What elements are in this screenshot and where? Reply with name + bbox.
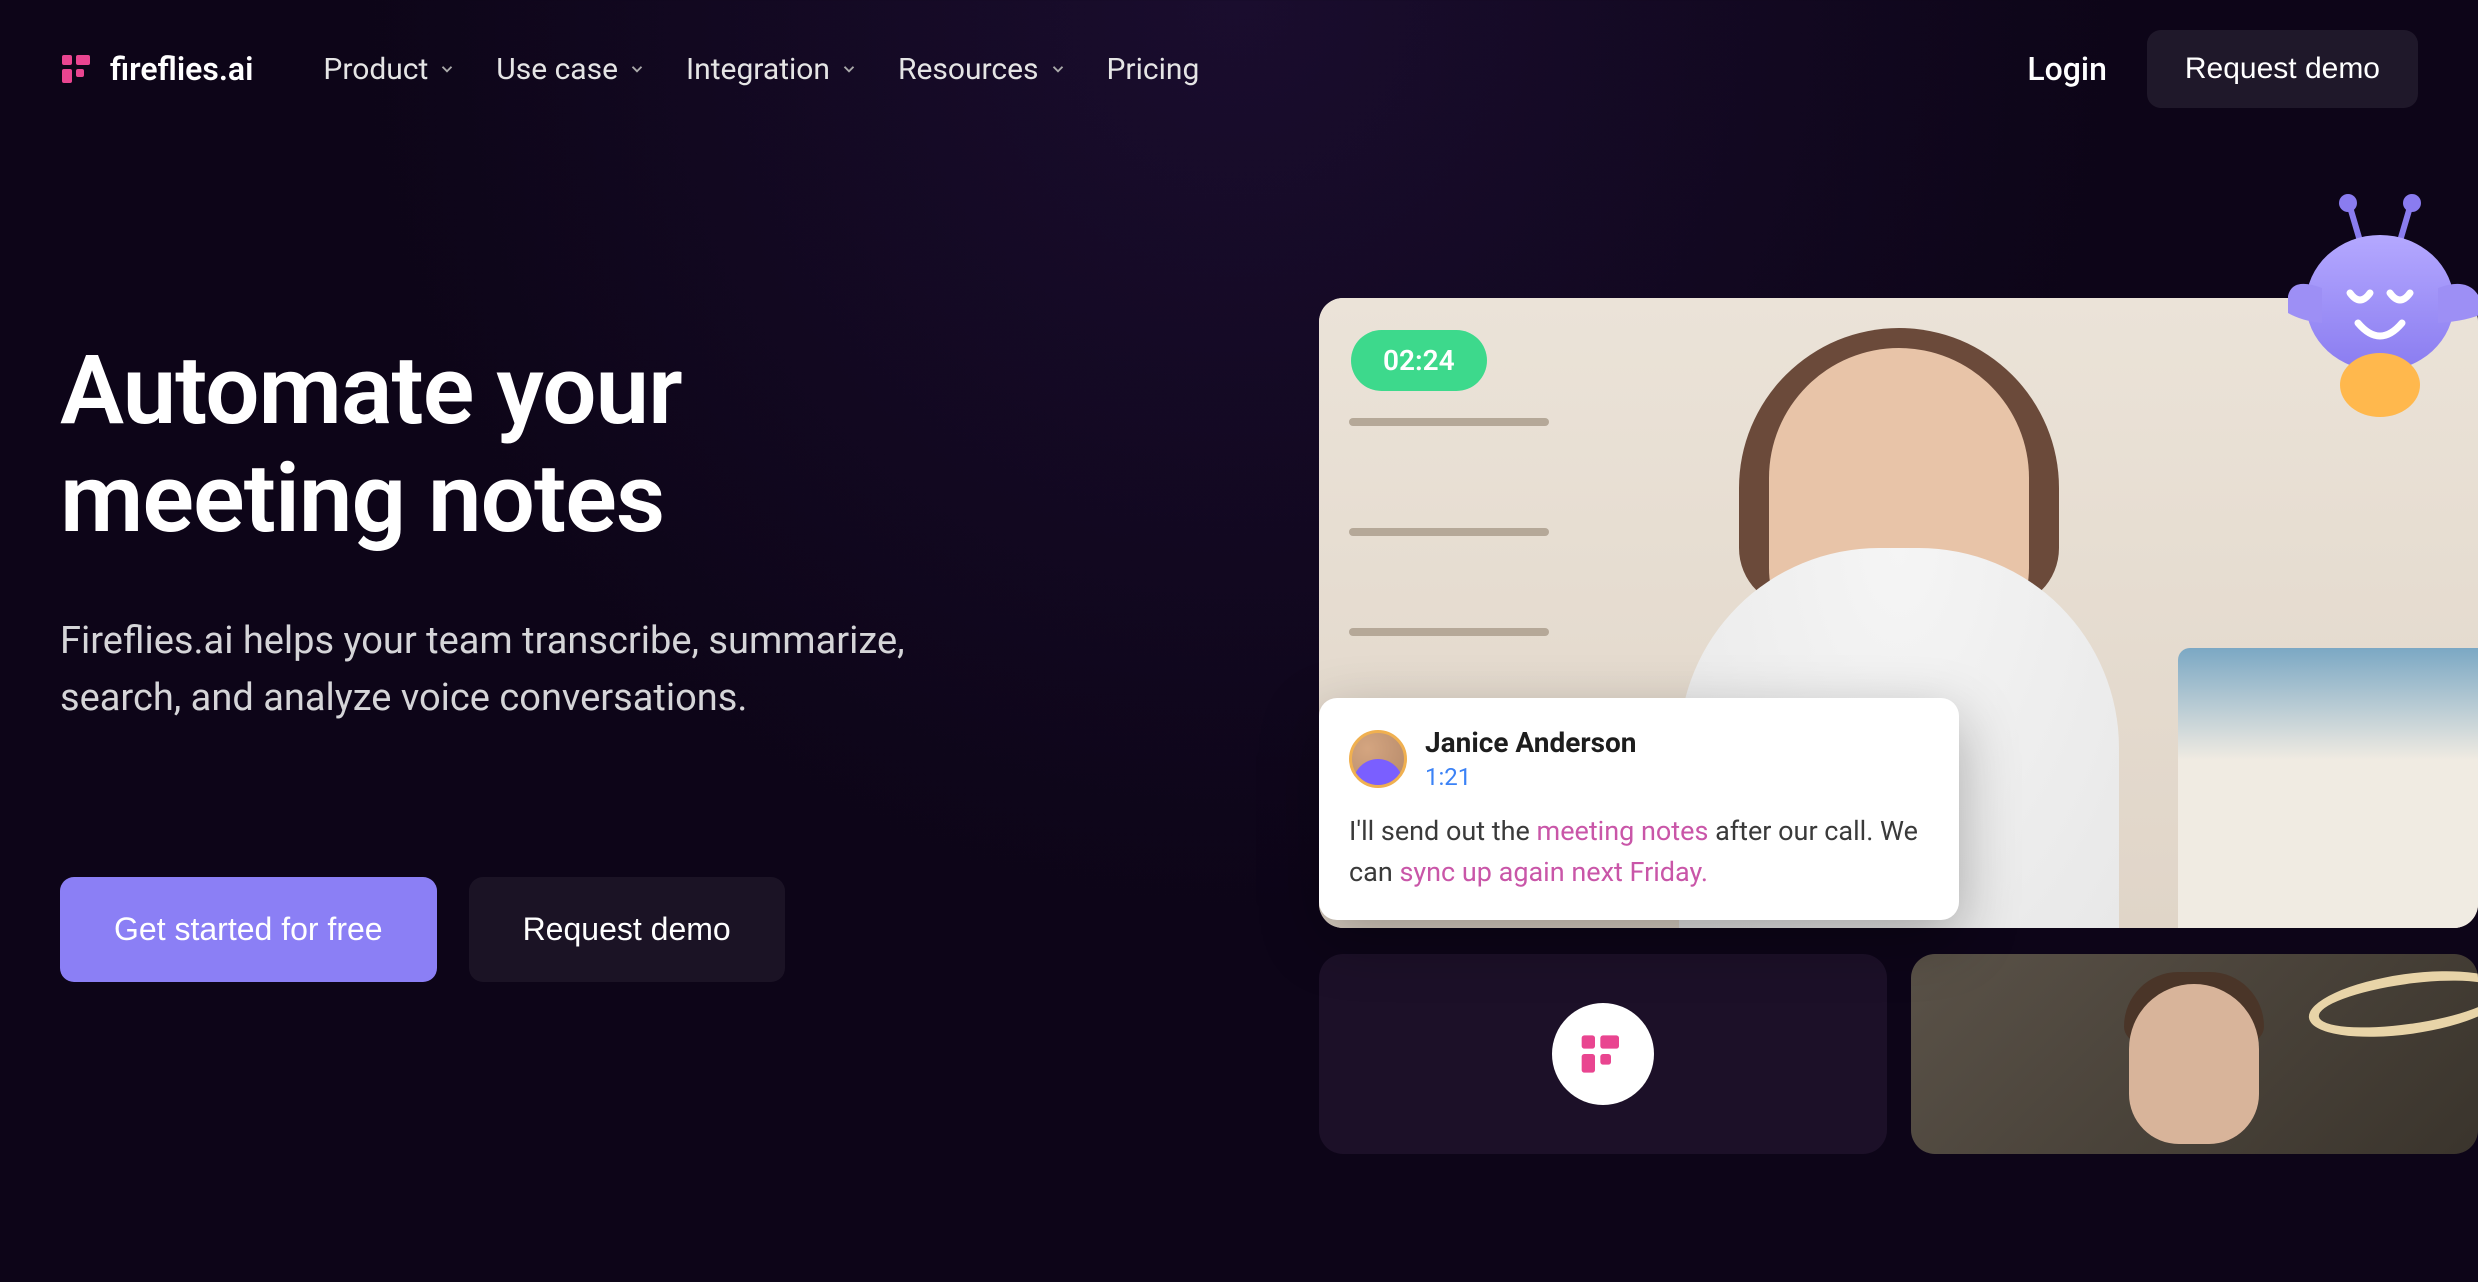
participant-face: [2129, 984, 2259, 1144]
nav-label: Resources: [898, 52, 1039, 87]
shelf-decor: [1349, 628, 1549, 636]
request-demo-button[interactable]: Request demo: [2147, 30, 2418, 108]
timer-badge: 02:24: [1351, 330, 1487, 391]
request-demo-hero-button[interactable]: Request demo: [469, 877, 785, 982]
nav-item-resources[interactable]: Resources: [898, 52, 1067, 87]
get-started-button[interactable]: Get started for free: [60, 877, 437, 982]
nav-items: Product Use case Integration Resources P…: [323, 52, 1199, 87]
bot-mascot-icon: [2288, 193, 2478, 423]
nav-item-use-case[interactable]: Use case: [496, 52, 646, 87]
transcript-highlight: sync up again next Friday.: [1399, 856, 1708, 888]
nav-right: Login Request demo: [2027, 30, 2418, 108]
nav-item-pricing[interactable]: Pricing: [1107, 52, 1200, 87]
chevron-down-icon: [438, 60, 456, 78]
hero-title: Automate your meeting notes: [60, 338, 1239, 553]
hero-left: Automate your meeting notes Fireflies.ai…: [60, 298, 1239, 982]
hero-title-line2: meeting notes: [60, 443, 664, 555]
nav-item-product[interactable]: Product: [323, 52, 456, 87]
speaker-avatar: [1349, 730, 1407, 788]
lower-panels: [1319, 954, 2478, 1154]
ring-light-decor: [2305, 960, 2478, 1047]
transcript-timestamp: 1:21: [1425, 763, 1636, 791]
brand-name: fireflies.ai: [110, 50, 253, 88]
bed-decor: [2178, 648, 2478, 928]
nav-label: Pricing: [1107, 52, 1200, 87]
nav-label: Use case: [496, 52, 618, 87]
fireflies-round-logo-icon: [1552, 1003, 1654, 1105]
transcript-highlight: meeting notes: [1537, 815, 1709, 847]
shelf-decor: [1349, 418, 1549, 426]
logo[interactable]: fireflies.ai: [60, 50, 253, 88]
transcript-seg: I'll send out the: [1349, 815, 1537, 847]
video-call-panel: 02:24 Janice Anderson 1:21 I'll send out…: [1319, 298, 2478, 928]
hero-section: Automate your meeting notes Fireflies.ai…: [0, 298, 2478, 982]
chevron-down-icon: [628, 60, 646, 78]
brand-panel: [1319, 954, 1887, 1154]
top-nav: fireflies.ai Product Use case Integratio…: [0, 0, 2478, 138]
hero-buttons: Get started for free Request demo: [60, 877, 1239, 982]
hero-subtitle: Fireflies.ai helps your team transcribe,…: [60, 613, 960, 727]
fireflies-logo-icon: [60, 51, 96, 87]
shelf-decor: [1349, 528, 1549, 536]
participant-panel: [1911, 954, 2478, 1154]
nav-label: Integration: [686, 52, 830, 87]
login-link[interactable]: Login: [2027, 50, 2107, 88]
transcript-header: Janice Anderson 1:21: [1349, 726, 1929, 791]
transcript-card: Janice Anderson 1:21 I'll send out the m…: [1319, 698, 1959, 920]
hero-right: 02:24 Janice Anderson 1:21 I'll send out…: [1239, 298, 2418, 982]
chevron-down-icon: [1049, 60, 1067, 78]
transcript-text: I'll send out the meeting notes after ou…: [1349, 811, 1929, 892]
hero-title-line1: Automate your: [60, 335, 682, 447]
nav-item-integration[interactable]: Integration: [686, 52, 858, 87]
speaker-name: Janice Anderson: [1425, 726, 1636, 759]
nav-label: Product: [323, 52, 428, 87]
chevron-down-icon: [840, 60, 858, 78]
